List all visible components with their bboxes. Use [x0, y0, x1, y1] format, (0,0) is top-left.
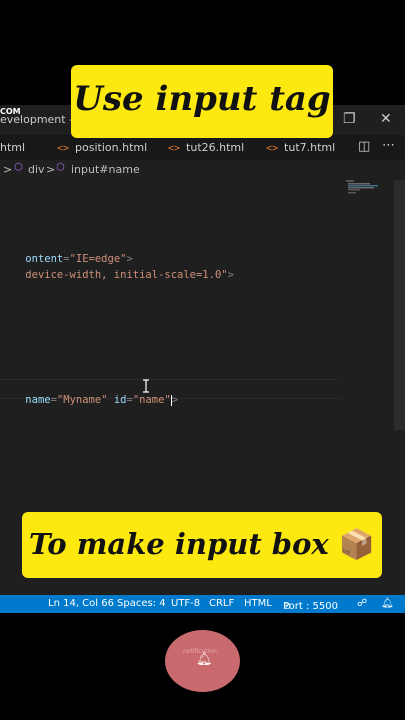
breadcrumb: > ⬡ div > ⬡ input#name	[0, 160, 405, 180]
breadcrumb-item-input[interactable]: input#name	[71, 163, 140, 176]
restore-icon[interactable]: ❐	[343, 111, 356, 127]
code-close: >	[227, 269, 234, 281]
cursor-position[interactable]: Ln 14, Col 66	[48, 598, 114, 609]
tab-label: html	[0, 141, 26, 154]
tab-label: tut26.html	[186, 141, 245, 154]
tab-label: tut7.html	[284, 141, 336, 154]
editor-tabs: html <> position.html <> tut26.html <> tut7…	[0, 135, 405, 160]
html-file-icon: <>	[168, 143, 181, 154]
line-ending-setting[interactable]: CRLF	[209, 598, 234, 609]
brackets-icon: ⬡	[14, 162, 23, 173]
tab-position-html[interactable]: <> position.html	[57, 141, 147, 154]
html-file-icon: <>	[266, 143, 279, 154]
breadcrumb-separator: >	[3, 163, 13, 176]
live-share-icon[interactable]: ☍	[357, 598, 367, 609]
port-label: Port : 5500	[283, 601, 338, 612]
language-mode[interactable]: HTML	[244, 598, 272, 609]
caption-bottom-text: To make input box	[29, 527, 329, 561]
code-string: device-width, initial-scale=1.0"	[25, 269, 228, 281]
mouse-ibeam-cursor	[143, 379, 149, 393]
tab-tut7-html[interactable]: <> tut7.html	[266, 141, 335, 154]
tab-tut26-html[interactable]: <> tut26.html	[168, 141, 244, 154]
notifications-icon[interactable]: 🔔︎	[381, 598, 394, 609]
indentation-setting[interactable]: Spaces: 4	[117, 598, 166, 609]
caption-banner-top: Use input tag	[71, 65, 333, 138]
notification-bell-button[interactable]: notification 🔔︎	[165, 630, 240, 692]
tab-html[interactable]: html	[0, 141, 25, 154]
breadcrumb-item-div[interactable]: div	[28, 163, 45, 176]
code-attr: name	[25, 394, 51, 406]
code-string: "name"	[132, 394, 171, 406]
vertical-scrollbar[interactable]	[394, 180, 405, 430]
tab-label: position.html	[75, 141, 148, 154]
code-close: >	[171, 394, 179, 406]
caption-banner-bottom: To make input box 📦	[22, 512, 382, 578]
html-file-icon: <>	[57, 143, 70, 154]
caption-top-text: Use input tag	[73, 79, 331, 119]
code-line: device-width, initial-scale=1.0">	[0, 257, 234, 293]
package-icon: 📦	[338, 527, 375, 561]
minimap[interactable]	[342, 180, 392, 220]
caption-bottom-line: To make input box 📦	[22, 527, 382, 562]
close-icon[interactable]: ✕	[380, 111, 392, 127]
split-editor-icon[interactable]: ◫	[358, 139, 370, 154]
code-attr: id	[113, 394, 127, 406]
more-actions-icon[interactable]: ⋯	[382, 138, 395, 153]
code-line-current: name="Myname" id="name">	[0, 382, 178, 418]
brackets-icon: ⬡	[56, 162, 65, 173]
status-bar: Ln 14, Col 66 Spaces: 4 UTF-8 CRLF HTML …	[0, 595, 405, 613]
code-string: "Myname"	[56, 394, 108, 406]
encoding-setting[interactable]: UTF-8	[171, 598, 200, 609]
bell-icon: 🔔︎	[196, 652, 213, 667]
breadcrumb-separator: >	[46, 163, 56, 176]
